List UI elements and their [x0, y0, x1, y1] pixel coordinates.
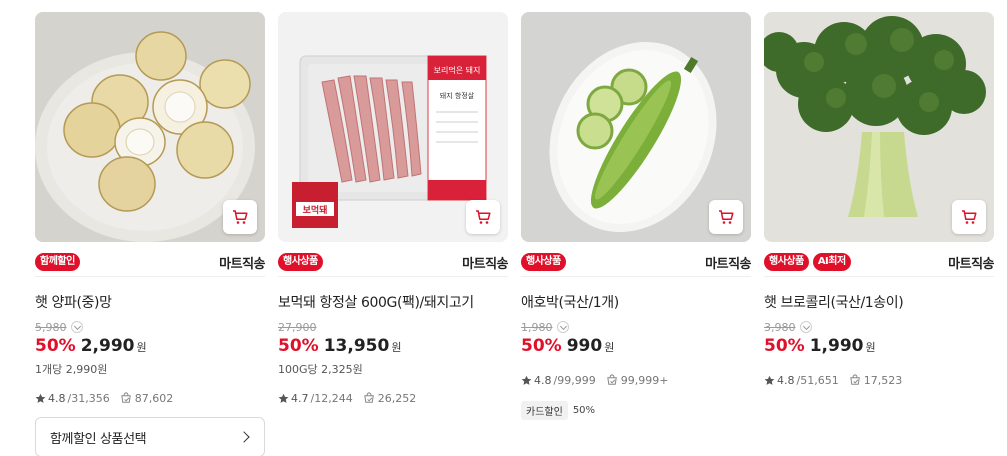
- package-brand-text: 보리먹은 돼지: [434, 65, 481, 75]
- price-row: 50% 1,990 원: [764, 336, 994, 358]
- sale-price: 13,950: [323, 336, 390, 356]
- tag-row: 행사상품 마트직송: [278, 251, 508, 277]
- rating: 4.8/99,999: [521, 374, 596, 387]
- price-row: 50% 2,990 원: [35, 336, 265, 358]
- original-price: 3,980: [764, 320, 796, 334]
- product-name[interactable]: 햇 양파(중)망: [35, 292, 265, 312]
- review-count: /12,244: [310, 392, 353, 405]
- stats-row: 4.8/31,356 87,602: [35, 392, 173, 405]
- purchase-count-icon: [606, 374, 617, 385]
- price-row: 50% 990 원: [521, 336, 751, 358]
- package-sticker-text: 보먹돼: [303, 204, 328, 216]
- product-card[interactable]: 행사상품 마트직송 애호박(국산/1개) 1,980 50% 990 원 4.8…: [521, 12, 751, 420]
- discount-rate: 50%: [764, 336, 805, 356]
- add-to-cart-button[interactable]: [223, 200, 257, 234]
- product-image-broccoli[interactable]: [764, 12, 994, 242]
- purchase-count: 99,999+: [606, 374, 668, 387]
- badge-event: 행사상품: [278, 252, 323, 271]
- sale-price: 1,990: [809, 336, 864, 356]
- purchase-count: 26,252: [363, 392, 416, 405]
- chevron-down-icon[interactable]: [799, 321, 812, 333]
- product-card[interactable]: 보리먹은 돼지 돼지 항정살 보먹돼 행사상품 마트직송 보먹돼 항정살 600…: [278, 12, 508, 405]
- product-image-pork[interactable]: 보리먹은 돼지 돼지 항정살 보먹돼: [278, 12, 508, 242]
- stats-row: 4.8/51,651 17,523: [764, 374, 902, 387]
- currency: 원: [865, 341, 876, 354]
- currency: 원: [136, 341, 147, 354]
- cart-icon: [962, 210, 977, 224]
- chevron-right-icon: [238, 431, 250, 443]
- original-price-row: 3,980: [764, 320, 994, 334]
- star-icon: [35, 393, 46, 403]
- sale-price: 2,990: [80, 336, 135, 356]
- purchase-count: 87,602: [120, 392, 173, 405]
- product-image-zucchini[interactable]: [521, 12, 751, 242]
- tag-row: 함께할인 마트직송: [35, 251, 265, 277]
- product-name[interactable]: 햇 브로콜리(국산/1송이): [764, 292, 994, 312]
- discount-rate: 50%: [521, 336, 562, 356]
- badge-event: 행사상품: [764, 252, 809, 271]
- original-price-row: 5,980: [35, 320, 265, 334]
- original-price: 1,980: [521, 320, 553, 334]
- currency: 원: [391, 341, 402, 354]
- delivery-type: 마트직송: [219, 257, 265, 272]
- unit-price: 1개당 2,990원: [35, 363, 108, 376]
- star-icon: [764, 375, 775, 385]
- currency: 원: [604, 341, 615, 354]
- badge-ai-lowest: AI최저: [812, 252, 851, 271]
- stats-row: 4.7/12,244 26,252: [278, 392, 416, 405]
- badge-bundle-discount: 함께할인: [35, 252, 80, 271]
- chevron-down-icon[interactable]: [556, 321, 569, 333]
- star-icon: [521, 375, 532, 385]
- rating: 4.7/12,244: [278, 392, 353, 405]
- bundle-select-button[interactable]: 함께할인 상품선택: [35, 417, 265, 456]
- card-discount-label: 카드할인: [521, 401, 568, 420]
- tag-row: 행사상품 마트직송: [521, 251, 751, 277]
- product-name[interactable]: 보먹돼 항정살 600G(팩)/돼지고기: [278, 292, 508, 312]
- discount-rate: 50%: [278, 336, 319, 356]
- cart-icon: [233, 210, 248, 224]
- add-to-cart-button[interactable]: [709, 200, 743, 234]
- stats-row: 4.8/99,999 99,999+: [521, 374, 668, 387]
- cart-icon: [719, 210, 734, 224]
- add-to-cart-button[interactable]: [952, 200, 986, 234]
- delivery-type: 마트직송: [948, 257, 994, 272]
- purchase-count-icon: [849, 374, 860, 385]
- badge-event: 행사상품: [521, 252, 566, 271]
- delivery-type: 마트직송: [462, 257, 508, 272]
- original-price: 5,980: [35, 320, 67, 334]
- discount-rate: 50%: [35, 336, 76, 356]
- delivery-type: 마트직송: [705, 257, 751, 272]
- tag-row: 행사상품 AI최저 마트직송: [764, 251, 994, 277]
- product-image-onion[interactable]: [35, 12, 265, 242]
- card-discount-rate: 50%: [572, 405, 596, 416]
- package-cut-text: 돼지 항정살: [440, 91, 475, 100]
- review-count: /31,356: [67, 392, 110, 405]
- purchase-count: 17,523: [849, 374, 902, 387]
- product-card[interactable]: 행사상품 AI최저 마트직송 햇 브로콜리(국산/1송이) 3,980 50% …: [764, 12, 994, 387]
- purchase-count-icon: [363, 392, 374, 403]
- original-price-row: 27,900: [278, 320, 508, 334]
- price-row: 50% 13,950 원: [278, 336, 508, 358]
- purchase-count-icon: [120, 392, 131, 403]
- product-card[interactable]: 함께할인 마트직송 햇 양파(중)망 5,980 50% 2,990 원 1개당…: [35, 12, 265, 456]
- unit-price: 100G당 2,325원: [278, 363, 363, 376]
- star-icon: [278, 393, 289, 403]
- product-name[interactable]: 애호박(국산/1개): [521, 292, 751, 312]
- card-discount: 카드할인 50%: [521, 401, 595, 420]
- review-count: /51,651: [796, 374, 839, 387]
- original-price: 27,900: [278, 320, 317, 334]
- review-count: /99,999: [553, 374, 596, 387]
- chevron-down-icon[interactable]: [70, 321, 83, 333]
- original-price-row: 1,980: [521, 320, 751, 334]
- rating: 4.8/31,356: [35, 392, 110, 405]
- cart-icon: [476, 210, 491, 224]
- sale-price: 990: [566, 336, 603, 356]
- product-grid: 함께할인 마트직송 햇 양파(중)망 5,980 50% 2,990 원 1개당…: [35, 12, 994, 456]
- add-to-cart-button[interactable]: [466, 200, 500, 234]
- rating: 4.8/51,651: [764, 374, 839, 387]
